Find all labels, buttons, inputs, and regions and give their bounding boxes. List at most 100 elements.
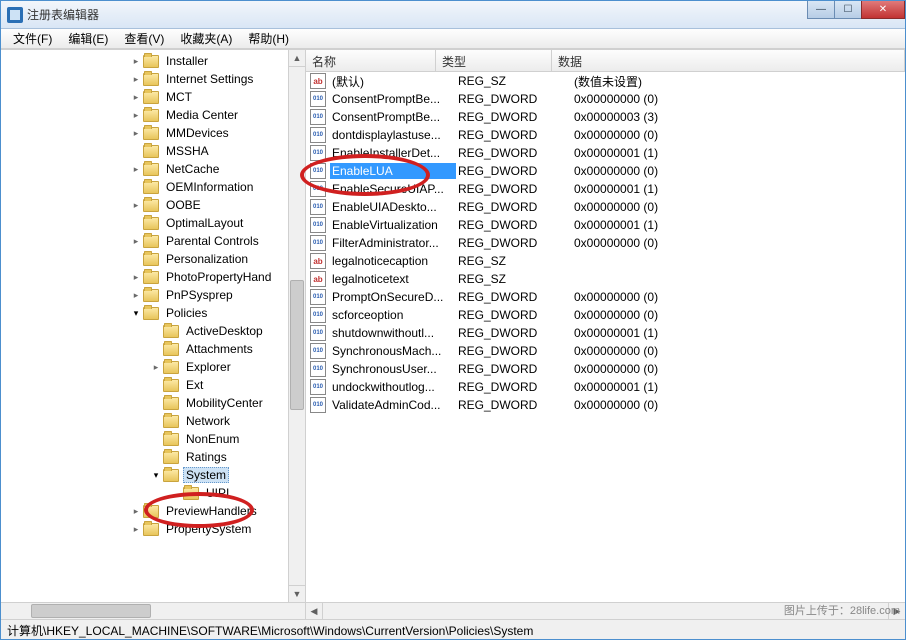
- tree-item[interactable]: OptimalLayout: [1, 214, 305, 232]
- value-row[interactable]: EnableLUAREG_DWORD0x00000000 (0): [306, 162, 905, 180]
- value-row[interactable]: FilterAdministrator...REG_DWORD0x0000000…: [306, 234, 905, 252]
- tree-item[interactable]: Ext: [1, 376, 305, 394]
- scroll-up-icon[interactable]: ▲: [289, 50, 305, 67]
- value-row[interactable]: SynchronousMach...REG_DWORD0x00000000 (0…: [306, 342, 905, 360]
- expand-closed-icon[interactable]: ▸: [131, 164, 141, 175]
- expand-closed-icon[interactable]: ▸: [131, 272, 141, 283]
- value-row[interactable]: ConsentPromptBe...REG_DWORD0x00000003 (3…: [306, 108, 905, 126]
- reg-dword-icon: [310, 289, 326, 305]
- tree-item[interactable]: ▸PnPSysprep: [1, 286, 305, 304]
- menu-view[interactable]: 查看(V): [116, 28, 172, 49]
- expand-closed-icon[interactable]: ▸: [131, 128, 141, 139]
- value-data: 0x00000001 (1): [572, 325, 905, 341]
- column-name[interactable]: 名称: [306, 50, 436, 71]
- scroll-thumb[interactable]: [290, 280, 304, 410]
- tree-item[interactable]: OEMInformation: [1, 178, 305, 196]
- value-row[interactable]: undockwithoutlog...REG_DWORD0x00000001 (…: [306, 378, 905, 396]
- value-name: ConsentPromptBe...: [330, 109, 456, 125]
- tree-horizontal-scrollbar[interactable]: [1, 602, 305, 619]
- expand-closed-icon[interactable]: ▸: [131, 56, 141, 67]
- tree-item[interactable]: ▸MMDevices: [1, 124, 305, 142]
- expand-closed-icon[interactable]: ▸: [131, 92, 141, 103]
- tree-item-label: Installer: [163, 53, 211, 69]
- value-row[interactable]: shutdownwithoutl...REG_DWORD0x00000001 (…: [306, 324, 905, 342]
- maximize-button[interactable]: ☐: [834, 1, 862, 19]
- expand-closed-icon[interactable]: ▸: [131, 200, 141, 211]
- tree-item[interactable]: ▸PreviewHandlers: [1, 502, 305, 520]
- value-row[interactable]: EnableVirtualizationREG_DWORD0x00000001 …: [306, 216, 905, 234]
- menu-help[interactable]: 帮助(H): [240, 28, 297, 49]
- menu-favorites[interactable]: 收藏夹(A): [172, 28, 240, 49]
- minimize-button[interactable]: —: [807, 1, 835, 19]
- value-name: shutdownwithoutl...: [330, 325, 456, 341]
- reg-dword-icon: [310, 163, 326, 179]
- tree-item[interactable]: MobilityCenter: [1, 394, 305, 412]
- tree-item[interactable]: Personalization: [1, 250, 305, 268]
- tree-item-label: Attachments: [183, 341, 256, 357]
- tree-item[interactable]: ▸ Media Center: [1, 106, 305, 124]
- expand-closed-icon[interactable]: ▸: [131, 506, 141, 517]
- tree-item[interactable]: UIPI: [1, 484, 305, 502]
- tree-item[interactable]: ▸NetCache: [1, 160, 305, 178]
- tree-item[interactable]: Network: [1, 412, 305, 430]
- value-data: 0x00000000 (0): [572, 91, 905, 107]
- expand-open-icon[interactable]: ▾: [131, 308, 141, 319]
- tree-item[interactable]: Ratings: [1, 448, 305, 466]
- value-row[interactable]: legalnoticecaptionREG_SZ: [306, 252, 905, 270]
- value-row[interactable]: SynchronousUser...REG_DWORD0x00000000 (0…: [306, 360, 905, 378]
- value-type: REG_DWORD: [456, 361, 572, 377]
- value-name: EnableLUA: [330, 163, 456, 179]
- expand-open-icon[interactable]: ▾: [151, 470, 161, 481]
- expand-closed-icon[interactable]: ▸: [151, 362, 161, 373]
- value-name: undockwithoutlog...: [330, 379, 456, 395]
- expand-closed-icon[interactable]: ▸: [131, 110, 141, 121]
- value-row[interactable]: PromptOnSecureD...REG_DWORD0x00000000 (0…: [306, 288, 905, 306]
- menu-file[interactable]: 文件(F): [5, 28, 60, 49]
- value-row[interactable]: EnableSecureUIAP...REG_DWORD0x00000001 (…: [306, 180, 905, 198]
- scroll-left-icon[interactable]: ◀: [306, 603, 323, 619]
- folder-icon: [143, 199, 159, 212]
- scroll-thumb-h[interactable]: [31, 604, 151, 618]
- expand-closed-icon[interactable]: ▸: [131, 236, 141, 247]
- tree-item[interactable]: ▸PropertySystem: [1, 520, 305, 538]
- value-row[interactable]: (默认)REG_SZ(数值未设置): [306, 72, 905, 90]
- value-row[interactable]: EnableInstallerDet...REG_DWORD0x00000001…: [306, 144, 905, 162]
- tree-item[interactable]: ▾System: [1, 466, 305, 484]
- tree-item[interactable]: ▸ Explorer: [1, 358, 305, 376]
- tree-item[interactable]: ▸ Installer: [1, 52, 305, 70]
- tree-vertical-scrollbar[interactable]: ▲ ▼: [288, 50, 305, 602]
- value-row[interactable]: dontdisplaylastuse...REG_DWORD0x00000000…: [306, 126, 905, 144]
- value-row[interactable]: legalnoticetextREG_SZ: [306, 270, 905, 288]
- tree-item[interactable]: MSSHA: [1, 142, 305, 160]
- expand-closed-icon[interactable]: ▸: [131, 74, 141, 85]
- expand-closed-icon[interactable]: ▸: [131, 524, 141, 535]
- tree-item[interactable]: ▸PhotoPropertyHand: [1, 268, 305, 286]
- tree-item[interactable]: Attachments: [1, 340, 305, 358]
- value-name: legalnoticetext: [330, 271, 456, 287]
- tree-item-label: Media Center: [163, 107, 241, 123]
- scroll-down-icon[interactable]: ▼: [289, 585, 305, 602]
- value-type: REG_SZ: [456, 271, 572, 287]
- column-type[interactable]: 类型: [436, 50, 552, 71]
- tree-item-label: Explorer: [183, 359, 234, 375]
- value-row[interactable]: scforceoptionREG_DWORD0x00000000 (0): [306, 306, 905, 324]
- tree-item[interactable]: NonEnum: [1, 430, 305, 448]
- value-row[interactable]: EnableUIADeskto...REG_DWORD0x00000000 (0…: [306, 198, 905, 216]
- reg-dword-icon: [310, 145, 326, 161]
- tree-item[interactable]: ▸Parental Controls: [1, 232, 305, 250]
- menu-edit[interactable]: 编辑(E): [60, 28, 116, 49]
- titlebar[interactable]: 注册表编辑器 — ☐ ✕: [1, 1, 905, 29]
- value-name: scforceoption: [330, 307, 456, 323]
- column-data[interactable]: 数据: [552, 50, 905, 71]
- close-button[interactable]: ✕: [861, 1, 905, 19]
- tree-item[interactable]: ActiveDesktop: [1, 322, 305, 340]
- tree-content[interactable]: ▸Installer▸Internet Settings▸MCT▸Media C…: [1, 50, 305, 619]
- list-body[interactable]: (默认)REG_SZ(数值未设置)ConsentPromptBe...REG_D…: [306, 72, 905, 619]
- tree-item[interactable]: ▸MCT: [1, 88, 305, 106]
- value-row[interactable]: ConsentPromptBe...REG_DWORD0x00000000 (0…: [306, 90, 905, 108]
- tree-item[interactable]: ▸OOBE: [1, 196, 305, 214]
- value-row[interactable]: ValidateAdminCod...REG_DWORD0x00000000 (…: [306, 396, 905, 414]
- expand-closed-icon[interactable]: ▸: [131, 290, 141, 301]
- tree-item[interactable]: ▾Policies: [1, 304, 305, 322]
- tree-item[interactable]: ▸Internet Settings: [1, 70, 305, 88]
